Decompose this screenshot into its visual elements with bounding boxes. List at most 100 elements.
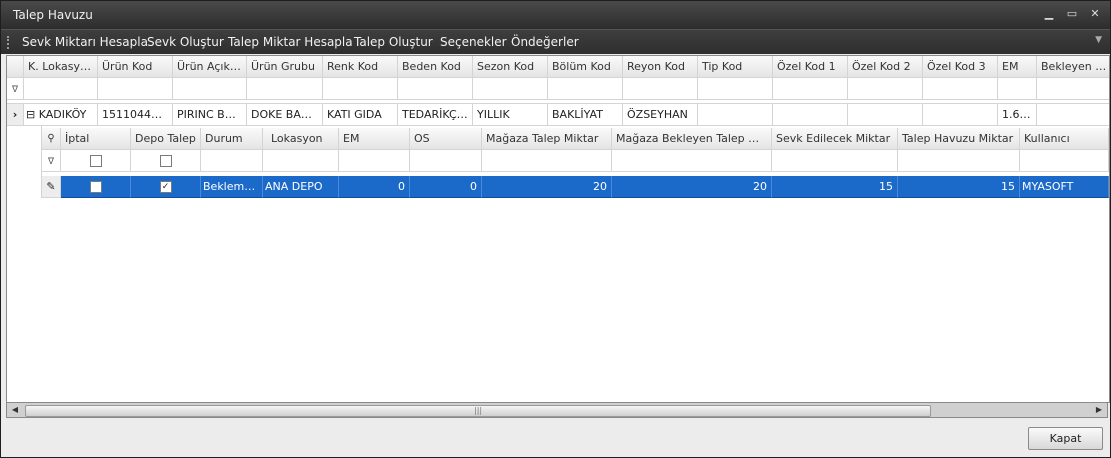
cell-beden-kod[interactable]: TEDARİKÇİ ...	[398, 104, 473, 126]
cell-ozel-kod-1[interactable]	[773, 104, 848, 126]
col-header-lokasyon[interactable]: Lokasyon	[263, 128, 339, 150]
filter-cell[interactable]	[98, 78, 173, 100]
search-icon[interactable]: ⚲	[42, 128, 61, 150]
cell-kullanici[interactable]: MYASOFT	[1020, 176, 1109, 198]
menu-talep-miktar-hesapla[interactable]: Talep Miktar Hesapla	[228, 35, 353, 49]
cell-k-lokasyon[interactable]: ⊟ KADIKÖY	[24, 104, 98, 126]
filter-cell[interactable]	[323, 78, 398, 100]
scrollbar-thumb[interactable]: |||	[25, 405, 931, 417]
cell-urun-grubu[interactable]: DOKE BAKL...	[247, 104, 323, 126]
detail-filter-row: ∇	[42, 150, 1109, 172]
col-header-sevk-edilecek-miktar[interactable]: Sevk Edilecek Miktar	[772, 128, 898, 150]
filter-cell[interactable]	[339, 150, 410, 172]
cell-tip-kod[interactable]	[698, 104, 773, 126]
col-header-bekleyen-siparis[interactable]: Bekleyen Sipa	[1037, 56, 1109, 78]
cell-renk-kod[interactable]: KATI GIDA	[323, 104, 398, 126]
col-header-k-lokasyon[interactable]: K. Lokasyon	[24, 56, 98, 78]
filter-cell[interactable]	[1020, 150, 1109, 172]
close-icon[interactable]: ✕	[1087, 7, 1103, 21]
cell-durum[interactable]: Beklemede	[201, 176, 263, 198]
menu-secenekler[interactable]: Seçenekler	[440, 35, 507, 49]
cell-os[interactable]: 0	[410, 176, 482, 198]
detail-data-row[interactable]: ✎ ✓ Beklemede ANA DEPO 0 0 20 20 15 15 M…	[42, 176, 1109, 198]
col-header-renk-kod[interactable]: Renk Kod	[323, 56, 398, 78]
filter-cell[interactable]	[998, 78, 1037, 100]
kapat-button[interactable]: Kapat	[1028, 427, 1103, 450]
cell-ozel-kod-2[interactable]	[848, 104, 923, 126]
filter-cell[interactable]	[398, 78, 473, 100]
col-header-urun-grubu[interactable]: Ürün Grubu	[247, 56, 323, 78]
col-header-ozel-kod-3[interactable]: Özel Kod 3	[923, 56, 998, 78]
filter-cell[interactable]	[773, 78, 848, 100]
cell-sezon-kod[interactable]: YILLIK	[473, 104, 548, 126]
filter-cell[interactable]	[848, 78, 923, 100]
menu-talep-olustur[interactable]: Talep Oluştur	[354, 35, 433, 49]
filter-cell[interactable]	[173, 78, 247, 100]
cell-em[interactable]: 1.622	[998, 104, 1037, 126]
cell-bekleyen-siparis[interactable]	[1037, 104, 1109, 126]
restore-icon[interactable]: ▭	[1064, 7, 1080, 21]
menu-overflow-icon[interactable]: ▼	[1095, 35, 1102, 45]
thumb-grip-icon: |||	[474, 406, 483, 415]
filter-cell[interactable]	[612, 150, 772, 172]
filter-cell[interactable]	[1037, 78, 1109, 100]
filter-cell[interactable]	[548, 78, 623, 100]
menu-ondegerler[interactable]: Öndeğerler	[511, 35, 579, 49]
cell-reyon-kod[interactable]: ÖZSEYHAN	[623, 104, 698, 126]
col-header-os[interactable]: OS	[410, 128, 482, 150]
cell-urun-aciklama[interactable]: PIRINC BAL...	[173, 104, 247, 126]
col-header-em[interactable]: EM	[998, 56, 1037, 78]
col-header-urun-kod[interactable]: Ürün Kod	[98, 56, 173, 78]
col-header-sezon-kod[interactable]: Sezon Kod	[473, 56, 548, 78]
cell-sevk-edilecek-miktar[interactable]: 15	[772, 176, 898, 198]
col-header-urun-aciklama[interactable]: Ürün Açıkla...	[173, 56, 247, 78]
menu-sevk-olustur[interactable]: Sevk Oluştur	[147, 35, 224, 49]
cell-ozel-kod-3[interactable]	[923, 104, 998, 126]
cell-em[interactable]: 0	[339, 176, 410, 198]
cell-depo-talep-checkbox[interactable]: ✓	[131, 176, 201, 198]
filter-cell[interactable]	[698, 78, 773, 100]
filter-cell[interactable]	[410, 150, 482, 172]
filter-cell[interactable]	[263, 150, 339, 172]
cell-magaza-bekleyen-talep-miktar[interactable]: 20	[612, 176, 772, 198]
col-header-ozel-kod-2[interactable]: Özel Kod 2	[848, 56, 923, 78]
menu-sevk-miktari-hesapla[interactable]: Sevk Miktarı Hesapla	[22, 35, 148, 49]
col-header-depo-talep[interactable]: Depo Talep	[131, 128, 201, 150]
filter-cell[interactable]	[24, 78, 98, 100]
filter-cell[interactable]	[898, 150, 1020, 172]
scroll-right-icon[interactable]: ▶	[1092, 404, 1106, 416]
filter-cell[interactable]	[772, 150, 898, 172]
minimize-icon[interactable]: ▁	[1041, 7, 1057, 21]
col-header-talep-havuzu-miktar[interactable]: Talep Havuzu Miktar	[898, 128, 1020, 150]
filter-cell[interactable]	[923, 78, 998, 100]
col-header-ozel-kod-1[interactable]: Özel Kod 1	[773, 56, 848, 78]
filter-depo-talep-checkbox[interactable]	[131, 150, 201, 172]
col-header-kullanici[interactable]: Kullanıcı	[1020, 128, 1109, 150]
col-header-durum[interactable]: Durum	[201, 128, 263, 150]
scroll-left-icon[interactable]: ◀	[8, 404, 22, 416]
cell-talep-havuzu-miktar[interactable]: 15	[898, 176, 1020, 198]
cell-bolum-kod[interactable]: BAKLİYAT	[548, 104, 623, 126]
col-header-bolum-kod[interactable]: Bölüm Kod	[548, 56, 623, 78]
master-data-row[interactable]: › ⊟ KADIKÖY 1511044004 PIRINC BAL... DOK…	[7, 104, 1109, 126]
horizontal-scrollbar[interactable]: ◀ ||| ▶	[6, 402, 1108, 418]
filter-cell[interactable]	[623, 78, 698, 100]
cell-iptal-checkbox[interactable]	[61, 176, 131, 198]
col-header-beden-kod[interactable]: Beden Kod	[398, 56, 473, 78]
col-header-reyon-kod[interactable]: Reyon Kod	[623, 56, 698, 78]
master-grid: K. Lokasyon Ürün Kod Ürün Açıkla... Ürün…	[6, 55, 1110, 403]
cell-magaza-talep-miktar[interactable]: 20	[482, 176, 612, 198]
cell-lokasyon[interactable]: ANA DEPO	[263, 176, 339, 198]
col-header-magaza-bekleyen-talep-miktar[interactable]: Mağaza Bekleyen Talep Miktar	[612, 128, 772, 150]
col-header-iptal[interactable]: İptal	[61, 128, 131, 150]
col-header-tip-kod[interactable]: Tip Kod	[698, 56, 773, 78]
filter-cell[interactable]	[482, 150, 612, 172]
filter-cell[interactable]	[473, 78, 548, 100]
filter-cell[interactable]	[247, 78, 323, 100]
col-header-magaza-talep-miktar[interactable]: Mağaza Talep Miktar	[482, 128, 612, 150]
filter-iptal-checkbox[interactable]	[61, 150, 131, 172]
col-header-em[interactable]: EM	[339, 128, 410, 150]
filter-cell[interactable]	[201, 150, 263, 172]
cell-urun-kod[interactable]: 1511044004	[98, 104, 173, 126]
expand-collapse-icon[interactable]: ⊟	[26, 108, 35, 121]
